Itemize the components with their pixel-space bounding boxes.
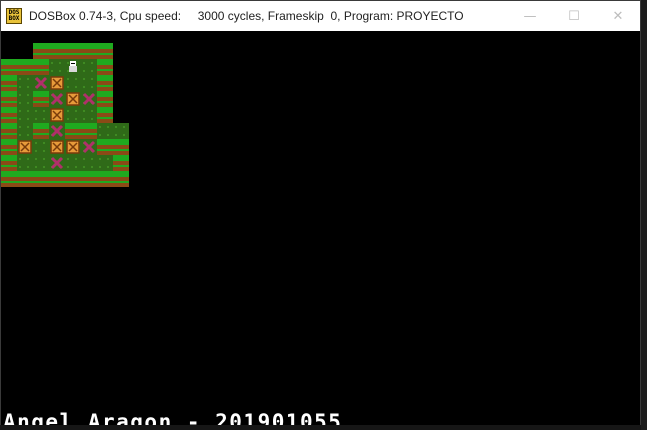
floor-tile [81,75,97,91]
wall-tile [97,75,113,91]
wall-tile [1,91,17,107]
wall-tile [65,171,81,187]
wall-tile [1,155,17,171]
floor-tile [81,107,97,123]
floor-tile [97,123,113,139]
dosbox-window: DOS BOX DOSBox 0.74-3, Cpu speed: 3000 c… [0,0,641,426]
crate-box [50,76,64,90]
maximize-button[interactable]: ☐ [552,1,596,31]
floor-tile [17,75,33,91]
wall-tile [65,123,81,139]
floor-tile [65,75,81,91]
wall-tile [1,107,17,123]
wall-tile [17,171,33,187]
maximize-icon: ☐ [568,8,580,24]
crate-box [18,140,32,154]
floor-tile [65,107,81,123]
app-icon-text-bottom: BOX [8,15,20,22]
player-character [69,61,77,72]
wall-tile [1,75,17,91]
crate-box [66,92,80,106]
wall-tile [97,91,113,107]
wall-tile [1,171,17,187]
floor-tile [33,155,49,171]
wall-tile [1,123,17,139]
wall-tile [33,91,49,107]
close-icon: ✕ [612,8,624,24]
wall-tile [33,123,49,139]
credits-text: Angel Aragon - 201901055 [3,410,343,426]
floor-tile [81,155,97,171]
dosbox-app-icon: DOS BOX [6,8,22,24]
wall-tile [97,59,113,75]
wall-tile [65,43,81,59]
wall-tile [97,171,113,187]
floor-tile [17,155,33,171]
taskbar-strip [0,425,641,430]
wall-tile [81,171,97,187]
wall-tile [113,155,129,171]
title-bar[interactable]: DOS BOX DOSBox 0.74-3, Cpu speed: 3000 c… [1,1,640,31]
wall-tile [33,171,49,187]
floor-tile [33,139,49,155]
floor-tile [17,91,33,107]
wall-tile [113,171,129,187]
wall-tile [97,139,113,155]
wall-tile [81,43,97,59]
minimize-icon: — [523,8,537,24]
wall-tile [49,43,65,59]
floor-tile [17,123,33,139]
floor-tile [49,59,65,75]
wall-tile [33,43,49,59]
minimize-button[interactable]: — [508,1,552,31]
floor-tile [33,107,49,123]
wall-tile [17,59,33,75]
wall-tile [33,59,49,75]
close-button[interactable]: ✕ [596,1,640,31]
wall-tile [1,139,17,155]
window-title: DOSBox 0.74-3, Cpu speed: 3000 cycles, F… [29,9,464,23]
sokoban-board [1,43,129,187]
floor-tile [113,123,129,139]
window-controls: — ☐ ✕ [508,1,640,31]
floor-tile [65,155,81,171]
wall-tile [113,139,129,155]
crate-box [50,140,64,154]
floor-tile [17,107,33,123]
crate-box [50,108,64,122]
floor-tile [81,59,97,75]
wall-tile [1,59,17,75]
game-screen[interactable]: Angel Aragon - 201901055 [1,31,640,426]
wall-tile [97,43,113,59]
wall-tile [81,123,97,139]
floor-tile [97,155,113,171]
wall-tile [97,107,113,123]
wall-tile [49,171,65,187]
crate-box [66,140,80,154]
